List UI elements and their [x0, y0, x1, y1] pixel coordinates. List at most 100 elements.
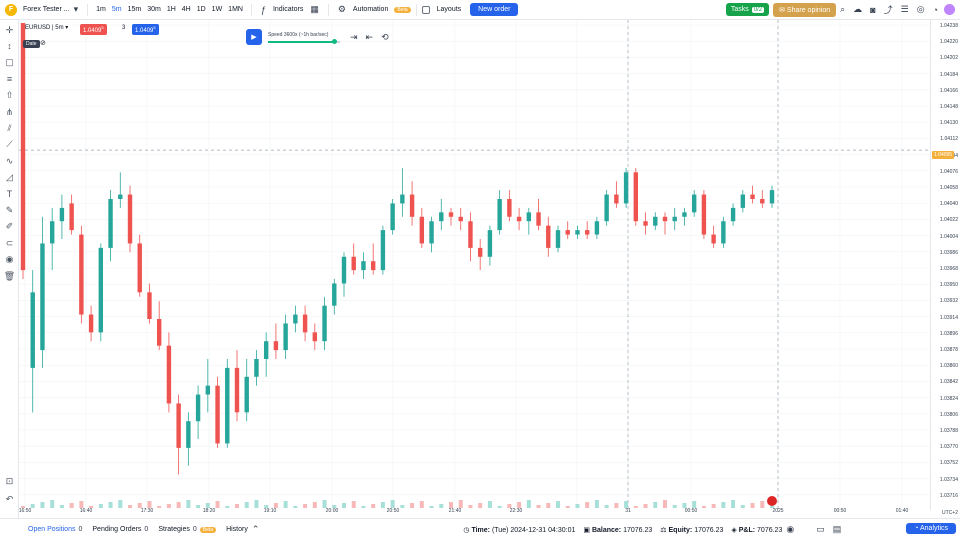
tab-strategies[interactable]: Strategies 0 Beta	[158, 526, 217, 533]
timeframe-1mn[interactable]: 1MN	[225, 6, 246, 13]
cloud-icon[interactable]: ☁	[849, 4, 866, 15]
candle[interactable]	[322, 296, 327, 351]
brush-icon[interactable]: ✎	[0, 203, 19, 217]
help-icon[interactable]: ◎	[913, 4, 929, 15]
candle[interactable]	[293, 305, 298, 333]
settings-icon[interactable]: ☰	[897, 4, 913, 15]
share-icon[interactable]: ⤴	[880, 3, 897, 16]
candle[interactable]	[332, 279, 337, 315]
candle[interactable]	[59, 194, 65, 239]
candle[interactable]	[215, 376, 220, 448]
candle[interactable]	[497, 190, 502, 235]
candle[interactable]	[234, 350, 240, 422]
candle[interactable]	[118, 172, 123, 208]
step-forward-icon[interactable]: ⇥	[346, 32, 362, 43]
candle[interactable]	[691, 190, 697, 217]
templates-grid-icon[interactable]: ▦	[306, 4, 323, 15]
timeframe-1d[interactable]: 1D	[194, 6, 209, 13]
crosshair-icon[interactable]: ✛	[0, 23, 19, 37]
candle[interactable]	[400, 167, 405, 217]
candle[interactable]	[701, 190, 707, 239]
candle[interactable]	[108, 190, 113, 262]
candle[interactable]	[419, 207, 425, 248]
candle[interactable]	[361, 252, 366, 279]
hide-eye-icon[interactable]: ⊘	[40, 39, 46, 47]
candle[interactable]	[156, 301, 162, 351]
price-axis[interactable]: 1.04238 1.04220 1.04202 1.04184 1.04166 1.041…	[930, 20, 960, 516]
layouts-button[interactable]: Layouts	[434, 6, 465, 13]
candle[interactable]	[263, 332, 269, 377]
candle[interactable]	[584, 221, 590, 239]
arrow-up-icon[interactable]: ⇧	[0, 89, 19, 103]
shapes-icon[interactable]: ◿	[0, 171, 19, 185]
candle[interactable]	[380, 225, 386, 275]
polyline-icon[interactable]: ∿	[0, 154, 19, 168]
tasks-button[interactable]: Tasks 0/2	[725, 3, 770, 16]
layouts-checkbox-icon[interactable]	[421, 5, 430, 14]
new-order-button[interactable]: New order	[470, 3, 519, 16]
candle[interactable]	[147, 283, 152, 324]
candle[interactable]	[760, 190, 765, 208]
candle[interactable]	[283, 314, 288, 359]
candle[interactable]	[643, 212, 648, 235]
rectangle-icon[interactable]: ▢	[0, 56, 19, 70]
candle[interactable]	[186, 412, 191, 466]
candle[interactable]	[740, 190, 746, 213]
lot-size[interactable]: 3	[122, 25, 125, 31]
indicators-icon[interactable]: ƒ	[257, 5, 270, 15]
candle[interactable]	[137, 234, 142, 297]
chart-area[interactable]	[19, 20, 930, 510]
notifications-icon[interactable]: ◔	[929, 5, 942, 15]
price-chart[interactable]	[19, 20, 930, 510]
candle[interactable]	[225, 359, 230, 448]
candle[interactable]	[49, 207, 55, 271]
sell-price-chip[interactable]: 1.04095	[80, 24, 107, 35]
candle[interactable]	[312, 323, 318, 351]
eye-icon[interactable]: ◉	[0, 253, 19, 267]
trash-icon[interactable]: 🗑	[0, 269, 19, 283]
candle[interactable]	[546, 216, 551, 257]
avatar[interactable]	[944, 4, 955, 15]
trendline-icon[interactable]: ⟋	[0, 138, 19, 152]
pencil-icon[interactable]: ✐	[0, 220, 19, 234]
speed-slider[interactable]	[268, 38, 340, 44]
candle[interactable]	[341, 252, 347, 297]
candle[interactable]	[390, 199, 395, 235]
timeframe-5m[interactable]: 5m	[109, 6, 125, 13]
candle[interactable]	[458, 207, 463, 231]
candle[interactable]	[127, 185, 133, 253]
candle[interactable]	[575, 225, 580, 239]
share-opinion-button[interactable]: ✉ Share opinion	[773, 2, 837, 17]
undo-icon[interactable]: ↶	[0, 492, 19, 506]
candle[interactable]	[604, 190, 609, 226]
candle[interactable]	[555, 225, 561, 253]
timeframe-1w[interactable]: 1W	[209, 6, 226, 13]
candle[interactable]	[730, 203, 736, 226]
candle[interactable]	[244, 359, 249, 422]
timeframe-1m[interactable]: 1m	[93, 6, 109, 13]
candle[interactable]	[477, 239, 483, 271]
candle[interactable]	[439, 199, 444, 231]
channel-icon[interactable]: ⫽	[0, 121, 19, 135]
candle[interactable]	[205, 359, 211, 413]
tab-pending-orders[interactable]: Pending Orders 0	[92, 526, 148, 533]
candle[interactable]	[30, 270, 35, 413]
symbol-label[interactable]: EURUSD | 5m ▾	[25, 24, 68, 31]
candle[interactable]	[302, 305, 308, 342]
analytics-button[interactable]: ◔ Analytics	[906, 523, 956, 534]
timeframe-15m[interactable]: 15m	[125, 6, 145, 13]
candle[interactable]	[351, 243, 356, 275]
timeframe-4h[interactable]: 4H	[179, 6, 194, 13]
chevron-down-icon[interactable]: ▾	[70, 4, 83, 15]
candle[interactable]	[370, 243, 376, 275]
candle[interactable]	[682, 207, 687, 226]
app-title[interactable]: Forex Tester ...	[23, 6, 70, 13]
indicators-button[interactable]: Indicators	[270, 6, 306, 13]
candle[interactable]	[487, 225, 493, 266]
window-icon[interactable]: ▭	[812, 524, 829, 535]
fib-icon[interactable]: ≡	[0, 72, 19, 86]
tab-open-positions[interactable]: Open Positions 0	[28, 526, 82, 533]
clock-icon[interactable]: ⟲	[377, 32, 393, 43]
candle[interactable]	[653, 212, 658, 231]
candle[interactable]	[79, 225, 84, 324]
